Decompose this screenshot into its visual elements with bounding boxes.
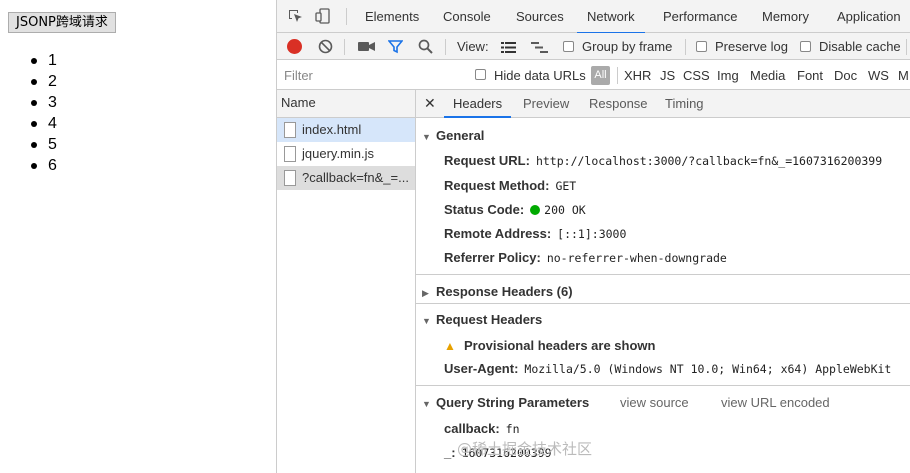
details-tabbar: ✕ Headers Preview Response Timing	[416, 90, 910, 118]
filter-type-doc[interactable]: Doc	[834, 60, 857, 91]
request-row-jquery[interactable]: jquery.min.js	[277, 142, 415, 166]
tabbar-divider	[346, 8, 347, 25]
response-headers-section-header[interactable]: ▶ Response Headers (6)	[416, 284, 573, 299]
group-by-frame-checkbox[interactable]	[563, 41, 574, 52]
expanded-triangle-icon: ▼	[422, 399, 431, 409]
filter-type-media[interactable]: Media	[750, 60, 785, 91]
toolbar-divider	[685, 39, 686, 55]
request-name: index.html	[302, 122, 362, 137]
document-file-icon	[284, 122, 296, 138]
hide-data-urls-label: Hide data URLs	[494, 68, 586, 83]
disable-cache-label: Disable cache	[819, 39, 901, 54]
view-source-link[interactable]: view source	[620, 395, 689, 410]
close-icon[interactable]: ✕	[424, 90, 436, 117]
filter-type-all[interactable]: All	[591, 66, 610, 85]
tab-sources[interactable]: Sources	[516, 0, 564, 33]
request-method-row: Request Method: GET	[444, 178, 577, 193]
toolbar-divider	[906, 39, 907, 55]
request-name: ?callback=fn&_=...	[302, 170, 409, 185]
hide-data-urls-checkbox[interactable]	[475, 69, 486, 80]
filter-type-font[interactable]: Font	[797, 60, 823, 91]
list-item: 4	[31, 115, 57, 132]
toolbar-divider	[445, 39, 446, 55]
tab-headers[interactable]: Headers	[443, 90, 512, 118]
tab-network[interactable]: Network	[577, 0, 645, 34]
callback-param-row: callback: fn	[444, 421, 520, 436]
web-page: JSONP跨域请求 1 2 3 4 5 6	[0, 0, 277, 473]
large-rows-icon[interactable]	[501, 41, 516, 56]
request-url-row: Request URL: http://localhost:3000/?callb…	[444, 153, 883, 168]
filter-bar: Hide data URLs All XHR JS CSS Img Media …	[277, 60, 910, 90]
preserve-log-label: Preserve log	[715, 39, 788, 54]
network-toolbar: View: Group by frame Preserve log Disabl…	[277, 33, 910, 60]
preserve-log-checkbox[interactable]	[696, 41, 707, 52]
section-divider	[416, 303, 910, 304]
disable-cache-checkbox[interactable]	[800, 41, 811, 52]
status-ok-icon	[530, 205, 541, 215]
list-item: 5	[31, 136, 57, 153]
number-list: 1 2 3 4 5 6	[31, 50, 57, 176]
group-by-frame-label: Group by frame	[582, 39, 673, 54]
device-toolbar-icon[interactable]	[315, 8, 331, 24]
script-file-icon	[284, 170, 296, 186]
section-divider	[416, 274, 910, 275]
list-item: 3	[31, 94, 57, 111]
request-details-panel: ✕ Headers Preview Response Timing ▼ Gener…	[416, 90, 910, 473]
tab-application[interactable]: Application	[837, 0, 901, 33]
filter-type-xhr[interactable]: XHR	[624, 60, 651, 91]
tab-memory[interactable]: Memory	[762, 0, 809, 33]
tab-console[interactable]: Console	[443, 0, 491, 33]
expanded-triangle-icon: ▼	[422, 316, 431, 326]
tab-preview[interactable]: Preview	[523, 90, 569, 117]
jsonp-request-button[interactable]: JSONP跨域请求	[8, 12, 116, 33]
name-column-header[interactable]: Name	[277, 90, 415, 118]
clear-icon[interactable]	[318, 39, 333, 57]
provisional-headers-warning: ▲ Provisional headers are shown	[444, 338, 656, 353]
devtools-panel: Elements Console Sources Network Perform…	[277, 0, 910, 473]
collapsed-triangle-icon: ▶	[422, 288, 429, 298]
list-item: 1	[31, 52, 57, 69]
toolbar-divider	[344, 39, 345, 55]
user-agent-row: User-Agent: Mozilla/5.0 (Windows NT 10.0;…	[444, 361, 892, 376]
watermark: @稀土掘金技术社区	[457, 440, 593, 458]
referrer-policy-row: Referrer Policy: no-referrer-when-downgra…	[444, 250, 727, 265]
request-name-column: Name index.html jquery.min.js ?callback=…	[277, 90, 416, 473]
tab-response[interactable]: Response	[589, 90, 648, 117]
filter-type-manifest[interactable]: M	[898, 60, 909, 91]
section-divider	[416, 385, 910, 386]
tab-performance[interactable]: Performance	[663, 0, 737, 33]
filter-icon[interactable]	[387, 39, 404, 57]
filter-type-ws[interactable]: WS	[868, 60, 889, 91]
status-code-row: Status Code: 200 OK	[444, 202, 586, 217]
expanded-triangle-icon: ▼	[422, 132, 431, 142]
query-string-section-header[interactable]: ▼ Query String Parameters view source vie…	[416, 395, 910, 410]
list-item: 2	[31, 73, 57, 90]
warning-icon: ▲	[444, 339, 456, 353]
waterfall-overview-icon[interactable]	[531, 41, 548, 56]
request-name: jquery.min.js	[302, 146, 375, 161]
inspect-element-icon[interactable]	[287, 8, 303, 24]
view-label: View:	[457, 39, 489, 54]
record-icon[interactable]	[287, 39, 302, 54]
screenshot-camera-icon[interactable]	[358, 40, 375, 56]
request-headers-section-header[interactable]: ▼ Request Headers	[416, 312, 542, 327]
tab-timing[interactable]: Timing	[665, 90, 704, 117]
general-section-header[interactable]: ▼ General	[416, 128, 484, 143]
devtools-tabbar: Elements Console Sources Network Perform…	[277, 0, 910, 34]
search-icon[interactable]	[418, 39, 433, 57]
filter-input[interactable]	[279, 64, 461, 86]
request-row-callback[interactable]: ?callback=fn&_=...	[277, 166, 415, 190]
filter-divider	[617, 67, 618, 84]
tab-elements[interactable]: Elements	[365, 0, 419, 33]
script-file-icon	[284, 146, 296, 162]
filter-type-img[interactable]: Img	[717, 60, 739, 91]
remote-address-row: Remote Address: [::1]:3000	[444, 226, 627, 241]
view-url-encoded-link[interactable]: view URL encoded	[721, 395, 830, 410]
list-item: 6	[31, 157, 57, 174]
filter-type-js[interactable]: JS	[660, 60, 675, 91]
request-row-index-html[interactable]: index.html	[277, 118, 415, 142]
filter-type-css[interactable]: CSS	[683, 60, 710, 91]
